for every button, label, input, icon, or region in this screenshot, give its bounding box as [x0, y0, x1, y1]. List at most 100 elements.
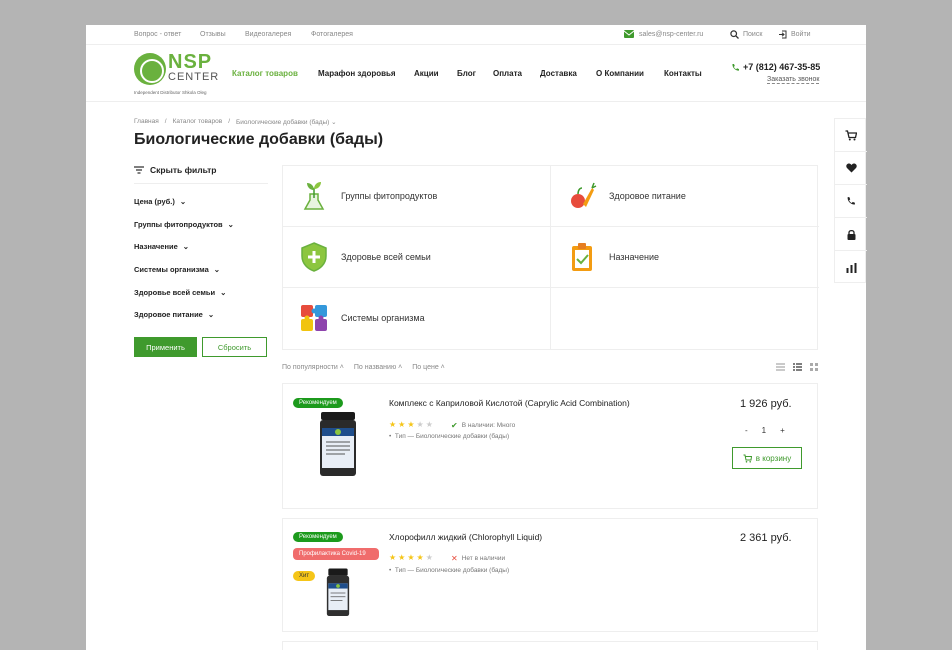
nav-catalog[interactable]: Каталог товаров [232, 69, 298, 78]
link-video[interactable]: Видеогалерея [245, 31, 291, 38]
filter-price[interactable]: Цена (руб.) ⌄ [134, 197, 186, 206]
star-icon: ★ [425, 553, 433, 562]
category-phyto-groups[interactable]: Группы фитопродуктов [283, 166, 551, 227]
product-type: • Тип — Биологические добавки (бады) [389, 433, 510, 440]
filter-purpose[interactable]: Назначение ⌄ [134, 242, 189, 251]
page-title: Биологические добавки (бады) [134, 131, 384, 148]
qty-value[interactable]: 1 [762, 426, 766, 435]
chevron-up-icon: ˄ [398, 364, 403, 371]
hide-filter-label: Скрыть фильтр [150, 165, 217, 175]
bar-chart-icon [846, 262, 856, 273]
star-icon: ★ [407, 553, 415, 562]
sort-price[interactable]: По цене ˄ [412, 364, 445, 371]
link-photo[interactable]: Фотогалерея [311, 31, 353, 38]
badge-covid: Профилактика Covid-19 [293, 548, 379, 560]
phone[interactable]: +7 (812) 467-35-85 [731, 62, 820, 72]
list-view-icon[interactable] [776, 363, 785, 371]
availability: ✔ В наличии: Много [451, 421, 515, 430]
product-type: • Тип — Биологические добавки (бады) [389, 567, 510, 574]
hide-filter-button[interactable]: Скрыть фильтр [134, 165, 217, 175]
product-name[interactable]: Хлорофилл жидкий (Chlorophyll Liquid) [389, 532, 542, 542]
chevron-down-icon: ⌄ [331, 119, 337, 126]
callback-link[interactable]: Заказать звонок [767, 76, 820, 84]
qty-plus-button[interactable]: + [780, 426, 785, 435]
reset-filter-button[interactable]: Сбросить [202, 337, 267, 357]
rating-stars: ★ ★ ★ ★ ★ [389, 553, 433, 562]
category-family-health[interactable]: Здоровье всей семьи [283, 227, 551, 288]
heart-icon [845, 163, 857, 173]
link-faq[interactable]: Вопрос - ответ [134, 31, 181, 38]
nav-about[interactable]: О Компании [596, 69, 644, 78]
view-switcher [776, 363, 818, 371]
badge-recommended: Рекомендуем [293, 532, 343, 542]
nav-marathon[interactable]: Марафон здоровья [318, 69, 396, 78]
email-link[interactable]: sales@nsp-center.ru [624, 30, 703, 38]
login-link[interactable]: Войти [778, 30, 811, 39]
chevron-down-icon: ⌄ [182, 242, 190, 251]
quantity-stepper: - 1 + [745, 426, 785, 435]
qty-minus-button[interactable]: - [745, 426, 748, 435]
chevron-down-icon: ⌄ [220, 288, 227, 297]
search-text: Поиск [743, 31, 763, 38]
logo-center: CENTER [168, 71, 220, 83]
login-icon [779, 30, 787, 39]
sort-name[interactable]: По названию ˄ [354, 364, 402, 371]
nav-payment[interactable]: Оплата [493, 69, 522, 78]
cart-icon [845, 129, 857, 140]
star-icon: ★ [425, 420, 433, 429]
star-icon: ★ [416, 553, 424, 562]
product-image[interactable] [315, 410, 361, 480]
mail-icon [624, 30, 634, 38]
link-reviews[interactable]: Отзывы [200, 31, 226, 38]
cart-icon [743, 454, 752, 463]
page: Вопрос - ответ Отзывы Видеогалерея Фотог… [86, 25, 866, 650]
product-image[interactable] [315, 567, 361, 619]
product-name[interactable]: Комплекс с Каприловой Кислотой (Caprylic… [389, 398, 630, 408]
logo-subtitle: Independent Distributor Shkola Oleg [134, 90, 207, 95]
filter-body-systems[interactable]: Системы организма ⌄ [134, 265, 220, 274]
breadcrumb-home[interactable]: Главная [134, 118, 159, 126]
category-label: Назначение [609, 252, 660, 262]
rail-cart-button[interactable] [835, 119, 867, 152]
rail-lock-button[interactable] [835, 218, 867, 251]
nav-blog[interactable]: Блог [457, 69, 476, 78]
star-icon: ★ [416, 420, 424, 429]
logo-leaf-icon [134, 53, 166, 85]
filter-healthy-food[interactable]: Здоровое питание ⌄ [134, 310, 214, 319]
search-link[interactable]: Поиск [730, 30, 762, 39]
sort-popularity[interactable]: По популярности ˄ [282, 364, 344, 371]
top-bar: Вопрос - ответ Отзывы Видеогалерея Фотог… [86, 25, 866, 45]
category-body-systems[interactable]: Системы организма [283, 288, 551, 349]
apply-filter-button[interactable]: Применить [134, 337, 197, 357]
logo[interactable]: NSP CENTER Independent Distributor Shkol… [134, 51, 218, 97]
breadcrumb-catalog[interactable]: Каталог товаров [173, 118, 223, 126]
detail-view-icon[interactable] [793, 363, 802, 371]
filter-healthy-food-label: Здоровое питание [134, 310, 203, 319]
add-to-cart-button[interactable]: в корзину [732, 447, 802, 469]
shield-plus-icon [301, 242, 327, 272]
star-icon: ★ [389, 553, 397, 562]
availability-text: Нет в наличии [461, 555, 506, 562]
nav-contacts[interactable]: Контакты [664, 69, 702, 78]
rail-compare-button[interactable] [835, 251, 867, 284]
product-type-text: Тип — Биологические добавки (бады) [394, 433, 510, 440]
filter-phyto-groups-label: Группы фитопродуктов [134, 220, 223, 229]
nav-delivery[interactable]: Доставка [540, 69, 577, 78]
filter-family-health[interactable]: Здоровье всей семьи ⌄ [134, 288, 226, 297]
breadcrumb-current[interactable]: Биологические добавки (бады) ⌄ [236, 118, 337, 126]
nav-promo[interactable]: Акции [414, 69, 439, 78]
filter-phyto-groups[interactable]: Группы фитопродуктов ⌄ [134, 220, 234, 229]
email-text: sales@nsp-center.ru [639, 30, 704, 38]
product-type-text: Тип — Биологические добавки (бады) [394, 567, 510, 574]
filter-icon [134, 166, 144, 174]
filter-divider [134, 183, 268, 184]
category-label: Здоровое питание [609, 191, 686, 201]
category-purpose[interactable]: Назначение [551, 227, 819, 288]
rail-phone-button[interactable] [835, 185, 867, 218]
breadcrumb-separator: / [228, 118, 231, 125]
grid-view-icon[interactable] [810, 363, 818, 371]
rail-favorites-button[interactable] [835, 152, 867, 185]
category-healthy-food[interactable]: Здоровое питание [551, 166, 819, 227]
sprout-flask-icon [303, 182, 325, 210]
search-icon [730, 30, 739, 39]
